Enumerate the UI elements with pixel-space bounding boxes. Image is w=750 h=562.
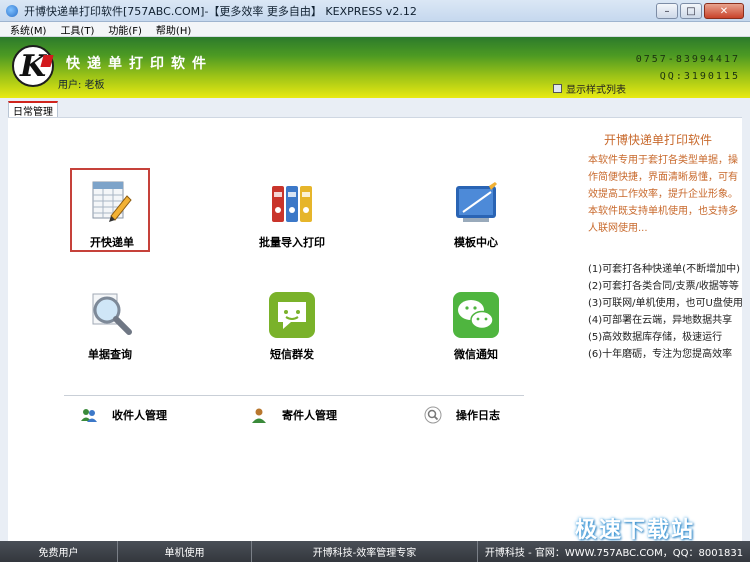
menu-tools[interactable]: 工具(T) [60,22,94,37]
list-icon [553,84,562,93]
header-banner: K 快递单打印软件 用户: 老板 0757-83994417 QQ:319011… [0,37,750,98]
drawing-board-icon [456,182,497,222]
maximize-button[interactable]: □ [680,3,702,19]
style-list-label: 显示样式列表 [566,85,626,96]
qq-number: QQ:3190115 [659,71,740,82]
wechat-notify-button[interactable]: 微信通知 [436,282,516,366]
window-controls: – □ ✕ [654,3,744,19]
minimize-button[interactable]: – [656,3,678,19]
watermark-text: 极速下载站 [575,518,696,543]
binders-icon [272,186,312,222]
app-icon [6,4,18,17]
sender-management-link[interactable]: 寄件人管理 [250,406,337,424]
title-bar: 开博快递单打印软件[757ABC.COM]-【更多效率 更多自由】 KEXPRE… [0,0,750,22]
sms-group-label: 短信群发 [270,348,314,361]
operation-log-label: 操作日志 [456,409,500,422]
wechat-icon [453,292,499,338]
spreadsheet-pencil-icon [92,181,132,222]
sms-group-send-button[interactable]: 短信群发 [252,282,332,366]
status-mode: 单机使用 [118,541,252,562]
side-title: 开博快递单打印软件 [604,133,713,147]
search-icon [424,406,442,424]
logo-letter: K [19,48,47,84]
feature-item: (1)可套打各种快递单(不断增加中) [588,264,740,275]
operation-log-link[interactable]: 操作日志 [424,406,500,424]
user-icon [252,408,266,423]
feature-item: (3)可联网/单机使用，也可U盘使用 [588,298,743,309]
open-waybill-label: 开快递单 [90,236,134,249]
tab-daily-management[interactable]: 日常管理 [8,101,58,118]
menu-system[interactable]: 系统(M) [10,22,46,37]
wechat-notify-label: 微信通知 [454,348,498,361]
status-website: 开博科技 - 官网：WWW.757ABC.COM，QQ：8001831 [484,548,744,559]
recipient-management-link[interactable]: 收件人管理 [80,406,167,424]
feature-item: (4)可部署在云端，异地数据共享 [588,315,733,326]
sms-icon [269,292,315,338]
bill-query-button[interactable]: 单据查询 [70,282,150,366]
template-center-label: 模板中心 [454,236,498,249]
status-user-type: 免费用户 [0,541,118,562]
divider [64,395,524,396]
close-button[interactable]: ✕ [704,3,744,19]
sender-management-label: 寄件人管理 [282,409,337,422]
status-company: 开博科技-效率管理专家 [252,541,478,562]
window-title: 开博快递单打印软件[757ABC.COM]-【更多效率 更多自由】 KEXPRE… [24,4,417,18]
phone-number: 0757-83994417 [635,54,740,65]
show-style-list-toggle[interactable]: 显示样式列表 [553,81,626,96]
batch-import-print-button[interactable]: 批量导入打印 [252,170,332,254]
feature-item: (2)可套打各类合同/支票/收据等等 [588,281,739,292]
menu-help[interactable]: 帮助(H) [156,22,191,37]
menu-bar: 系统(M) 工具(T) 功能(F) 帮助(H) [0,22,750,37]
side-description: 本软件专用于套打各类型单据，操作简便快捷，界面清晰易懂，可有效提高工作效率，提升… [588,155,738,234]
logo: K [12,45,54,87]
status-bar: 免费用户 单机使用 开博科技-效率管理专家 开博科技 - 官网：WWW.757A… [0,541,750,562]
feature-item: (5)高效数据库存储，极速运行 [588,332,723,343]
menu-function[interactable]: 功能(F) [108,22,142,37]
brand-title: 快递单打印软件 [66,56,213,72]
batch-import-label: 批量导入打印 [259,236,325,249]
magnifier-icon [92,293,132,335]
recipient-management-label: 收件人管理 [112,409,167,422]
bill-query-label: 单据查询 [88,348,132,361]
template-center-button[interactable]: 模板中心 [436,170,516,254]
open-waybill-button[interactable]: 开快递单 [70,168,150,252]
feature-item: (6)十年磨砺，专注为您提高效率 [588,349,733,360]
current-user: 用户: 老板 [58,80,105,91]
users-icon [81,409,97,422]
